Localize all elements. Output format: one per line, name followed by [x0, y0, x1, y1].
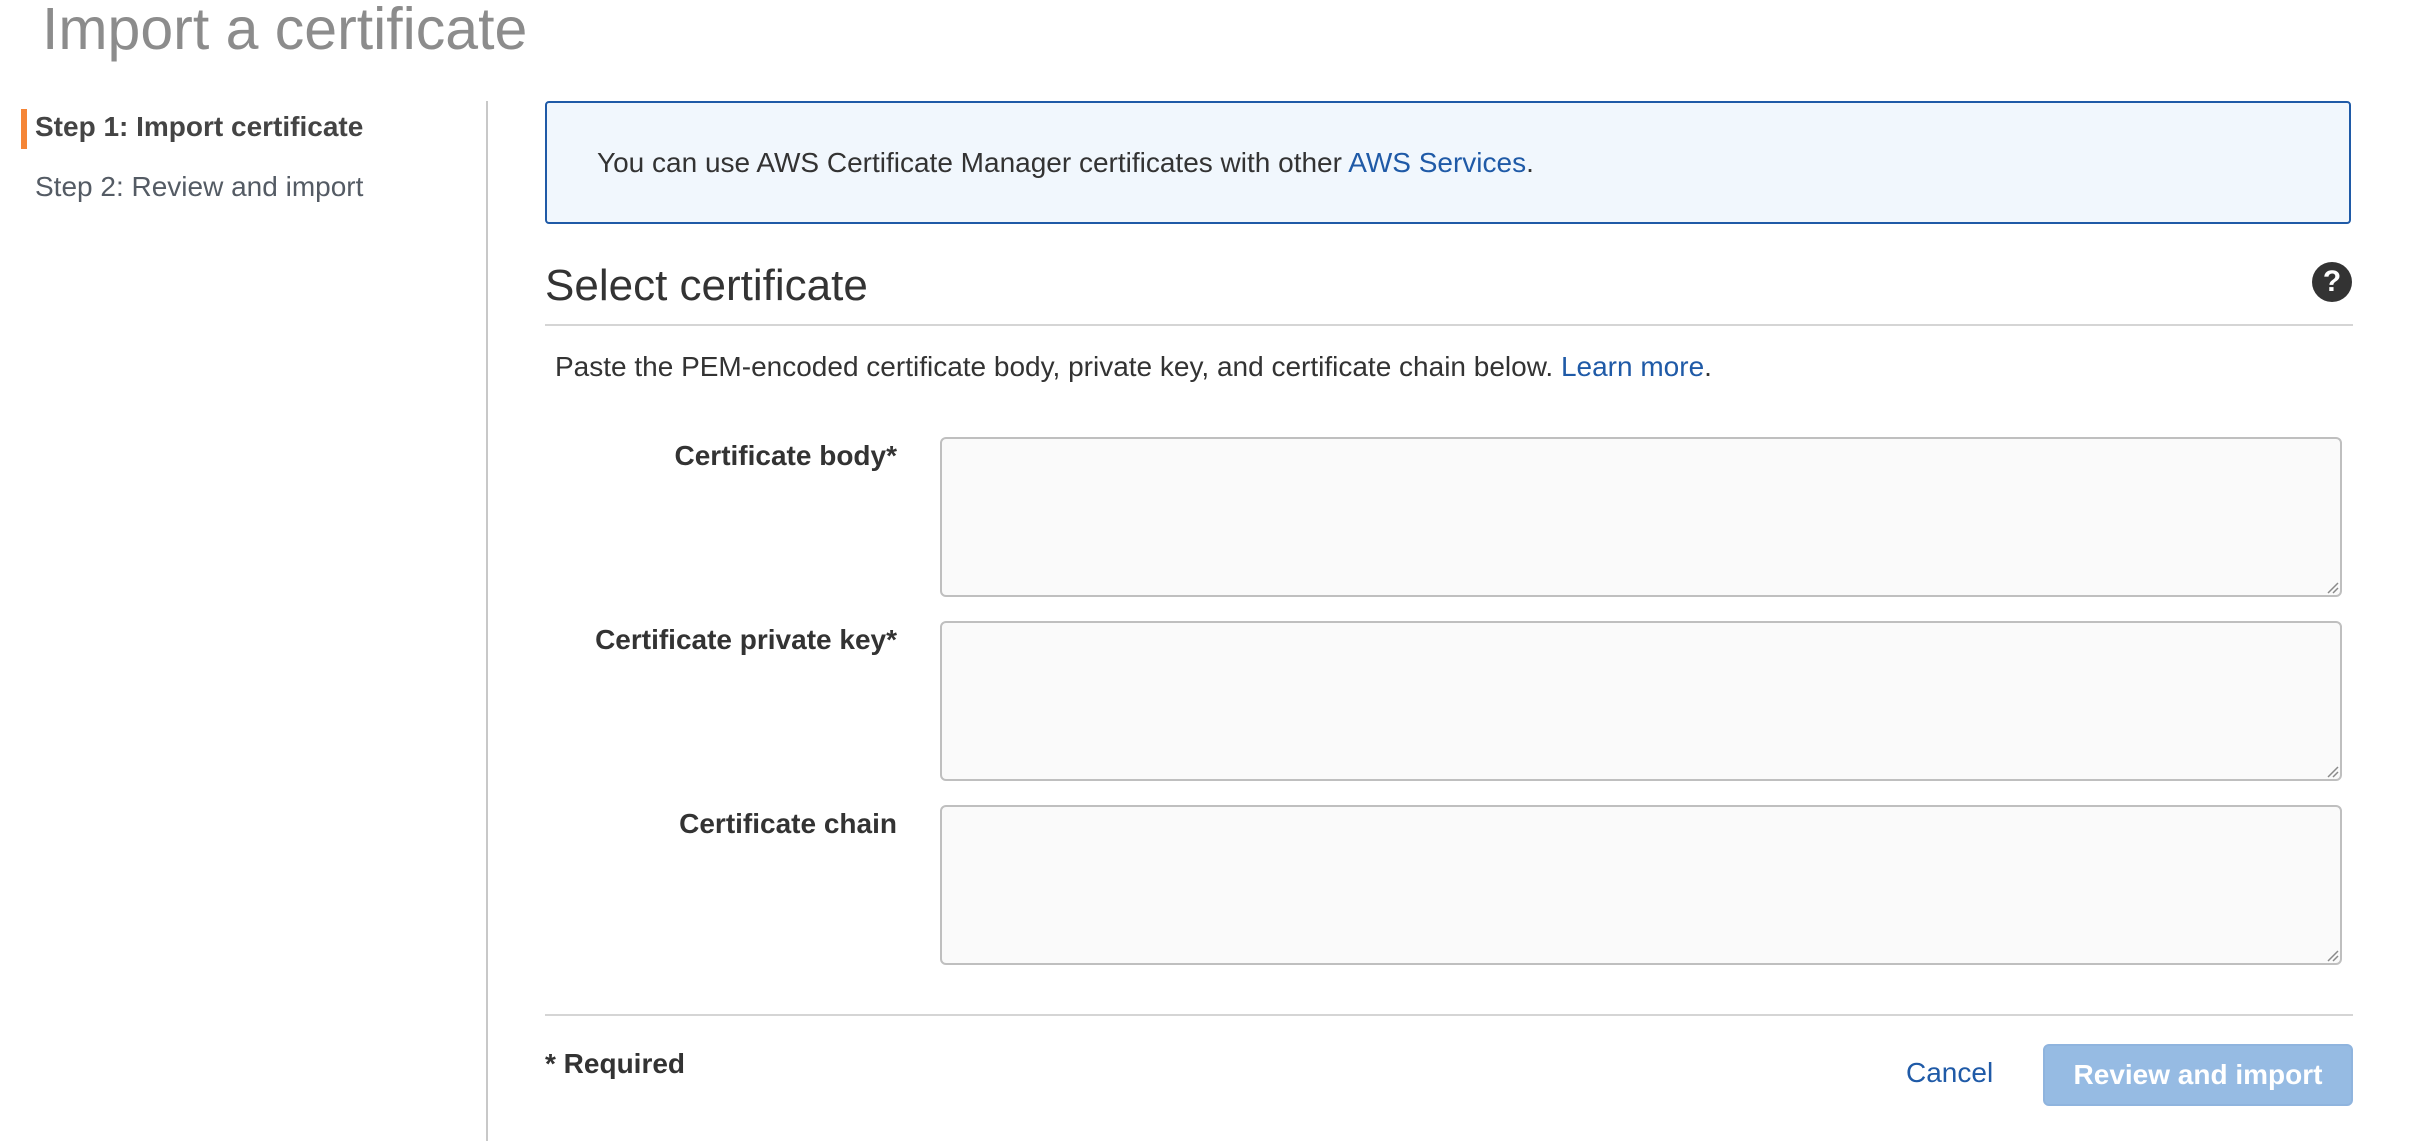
aws-services-link[interactable]: AWS Services — [1348, 147, 1526, 178]
certificate-body-label: Certificate body* — [674, 440, 898, 471]
sidebar-step-import-certificate[interactable]: Step 1: Import certificate — [35, 107, 363, 147]
info-banner-message: You can use AWS Certificate Manager cert… — [597, 147, 1349, 178]
question-circle-icon[interactable]: ? — [2312, 262, 2352, 302]
certificate-body-field[interactable] — [940, 437, 2342, 597]
active-step-marker — [21, 109, 27, 149]
review-and-import-button[interactable]: Review and import — [2043, 1044, 2353, 1106]
cancel-button[interactable]: Cancel — [1906, 1054, 1993, 1092]
section-title: Select certificate — [545, 261, 868, 310]
certificate-private-key-label: Certificate private key* — [595, 624, 897, 655]
sidebar-step-review-and-import[interactable]: Step 2: Review and import — [35, 167, 363, 207]
certificate-chain-label: Certificate chain — [679, 808, 897, 839]
certificate-chain-field[interactable] — [940, 805, 2342, 965]
section-description-suffix: . — [1704, 351, 1712, 382]
section-description: Paste the PEM-encoded certificate body, … — [555, 348, 1712, 386]
required-note: * Required — [545, 1048, 686, 1079]
info-banner: You can use AWS Certificate Manager cert… — [545, 101, 2351, 224]
footer-divider — [545, 1014, 2353, 1016]
section-divider — [545, 324, 2353, 326]
info-banner-suffix: . — [1526, 147, 1534, 178]
sidebar-divider — [486, 101, 488, 1141]
section-description-text: Paste the PEM-encoded certificate body, … — [555, 351, 1561, 382]
page-title: Import a certificate — [42, 0, 528, 62]
learn-more-link[interactable]: Learn more — [1561, 351, 1704, 382]
certificate-private-key-field[interactable] — [940, 621, 2342, 781]
info-banner-text: You can use AWS Certificate Manager cert… — [597, 145, 1534, 181]
